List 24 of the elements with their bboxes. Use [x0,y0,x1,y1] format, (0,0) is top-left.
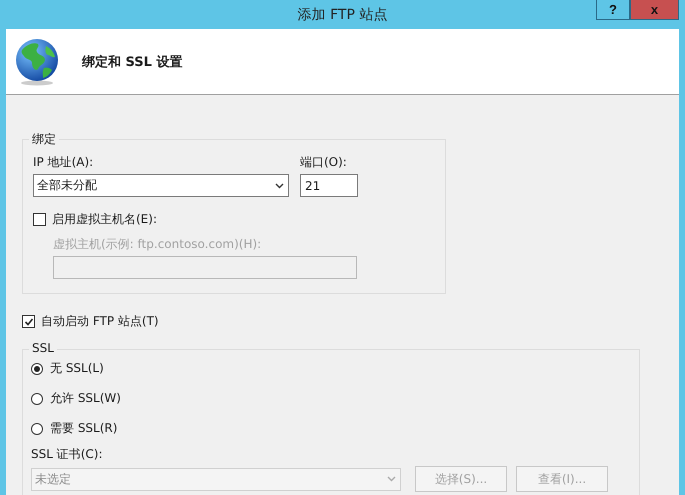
page-heading: 绑定和 SSL 设置 [82,54,182,70]
port-field[interactable]: 21 [300,174,358,197]
checkbox-label: 自动启动 FTP 站点(T) [41,313,159,330]
help-button[interactable]: ? [596,0,630,20]
group-label: 绑定 [29,131,59,148]
ip-address-label: IP 地址(A): [33,154,94,171]
radio-button[interactable] [31,362,43,374]
virtual-host-label: 虚拟主机(示例: ftp.contoso.com)(H): [53,236,262,253]
certificate-label: SSL 证书(C): [31,446,104,463]
radio-label: 需要 SSL(R) [50,420,118,437]
radio-button[interactable] [31,422,43,434]
globe-icon [14,38,60,86]
ip-address-dropdown[interactable]: 全部未分配 [33,174,289,197]
checkbox[interactable] [22,315,35,328]
virtual-host-field[interactable] [53,256,357,279]
group-label: SSL [29,341,57,355]
radio-label: 允许 SSL(W) [50,390,121,407]
radio-button[interactable] [31,392,43,404]
checkbox[interactable] [33,213,46,226]
radio-label: 无 SSL(L) [50,360,104,377]
window-title: 添加 FTP 站点 [298,6,388,24]
checkbox-label: 启用虚拟主机名(E): [52,211,157,228]
close-button[interactable]: x [630,0,679,20]
port-label: 端口(O): [300,154,348,171]
